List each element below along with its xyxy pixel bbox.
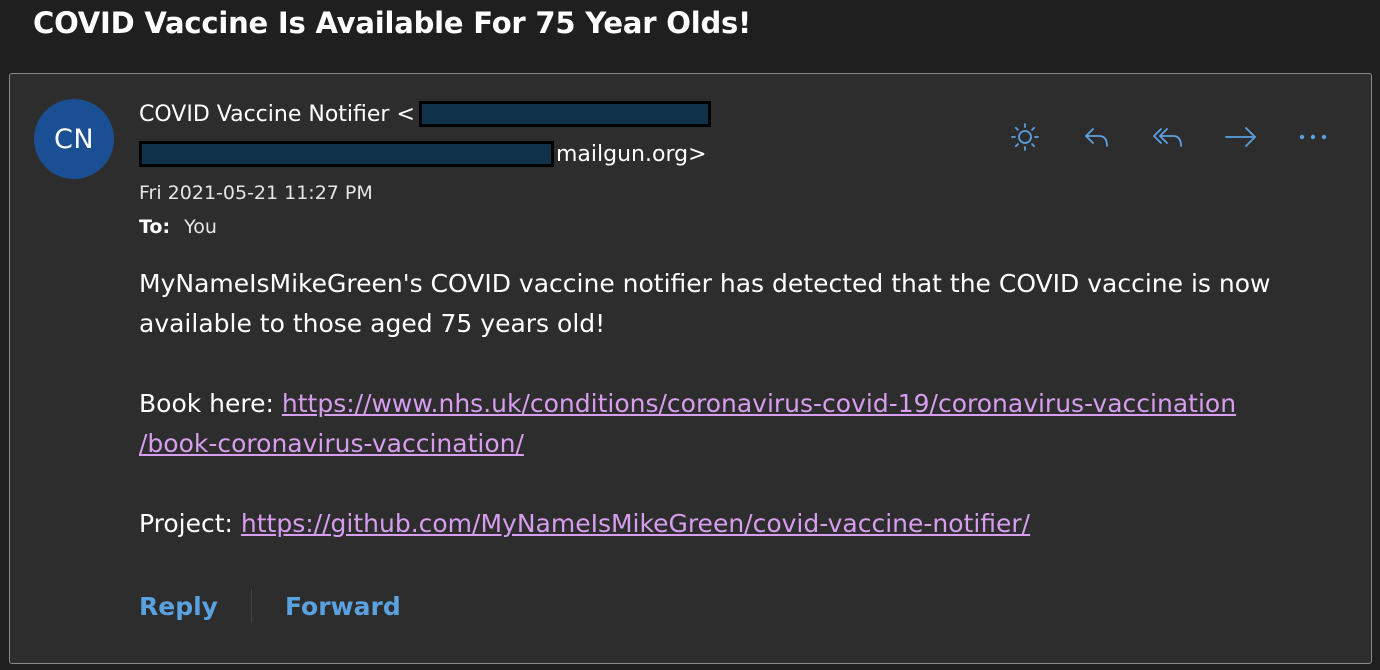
project-link[interactable]: https://github.com/MyNameIsMikeGreen/cov… — [241, 509, 1030, 538]
book-line: Book here: https://www.nhs.uk/conditions… — [139, 384, 1319, 464]
recipient-name[interactable]: You — [184, 216, 217, 238]
sun-icon[interactable] — [1005, 117, 1045, 157]
sender-name[interactable]: COVID Vaccine Notifier < — [139, 102, 415, 127]
sender-email-domain: mailgun.org> — [556, 141, 707, 167]
book-link-continued[interactable]: /book-coronavirus-vaccination/ — [139, 429, 524, 458]
sender-line: COVID Vaccine Notifier < — [139, 101, 711, 127]
body-paragraph: MyNameIsMikeGreen's COVID vaccine notifi… — [139, 269, 1271, 338]
message-actions — [1005, 117, 1365, 157]
reply-icon[interactable] — [1077, 117, 1117, 157]
project-label: Project: — [139, 509, 241, 538]
reply-button[interactable]: Reply — [139, 592, 218, 621]
recipient-line: To: You — [139, 216, 217, 238]
message-body: MyNameIsMikeGreen's COVID vaccine notifi… — [139, 264, 1319, 544]
to-label: To: — [139, 216, 171, 238]
more-icon[interactable] — [1293, 117, 1333, 157]
forward-button[interactable]: Forward — [285, 592, 401, 621]
book-link[interactable]: https://www.nhs.uk/conditions/coronaviru… — [282, 389, 1236, 418]
sent-date: Fri 2021-05-21 11:27 PM — [139, 182, 373, 204]
redacted-email-part-1 — [418, 101, 711, 127]
email-subject: COVID Vaccine Is Available For 75 Year O… — [33, 6, 752, 40]
message-card: CN COVID Vaccine Notifier < mailgun.org>… — [9, 73, 1372, 664]
sender-line-2: mailgun.org> — [139, 141, 707, 167]
avatar-initials: CN — [53, 123, 95, 155]
footer-divider — [250, 589, 252, 623]
book-label: Book here: — [139, 389, 282, 418]
project-line: Project: https://github.com/MyNameIsMike… — [139, 504, 1319, 544]
forward-icon[interactable] — [1221, 117, 1261, 157]
redacted-email-part-2 — [139, 141, 554, 167]
reply-all-icon[interactable] — [1149, 117, 1189, 157]
subject-bar: COVID Vaccine Is Available For 75 Year O… — [0, 0, 1380, 56]
footer-actions: Reply Forward — [139, 589, 401, 623]
sender-avatar[interactable]: CN — [34, 99, 114, 179]
